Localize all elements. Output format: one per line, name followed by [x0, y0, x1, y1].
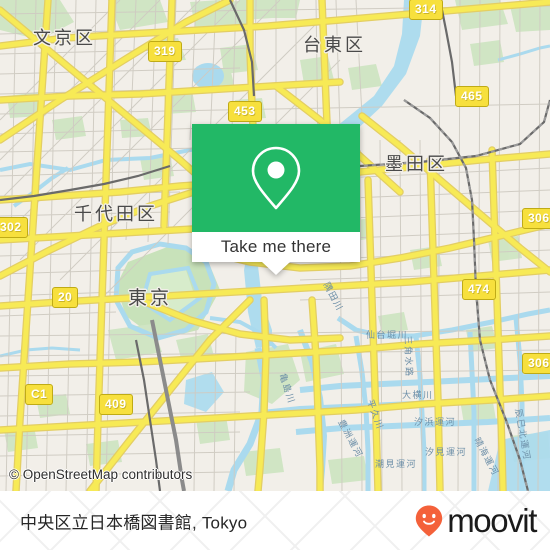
route-shield-314[interactable]: 314 [409, 0, 443, 20]
map-canvas[interactable]: 文京区 台東区 墨田区 千代田区 東京 319 314 453 465 302 … [0, 0, 550, 491]
footer-bar: 中央区立日本橋図書館, Tokyo moovit [0, 491, 550, 550]
route-shield-319[interactable]: 319 [148, 41, 182, 62]
map-label-taito-ku: 台東区 [303, 35, 366, 55]
route-shield-c1[interactable]: C1 [25, 384, 54, 405]
water-label-shiohama-unga: 汐浜運河 [414, 417, 457, 427]
moovit-smiley-pin-icon [416, 505, 443, 536]
route-shield-306-upper[interactable]: 306 [522, 208, 550, 229]
water-label-shiomi-unga: 汐見運河 [425, 447, 468, 457]
route-shield-474[interactable]: 474 [462, 279, 496, 300]
location-pin-icon [251, 146, 301, 210]
map-label-chiyoda-ku: 千代田区 [74, 204, 158, 224]
take-me-there-callout[interactable]: Take me there [192, 124, 360, 275]
take-me-there-label: Take me there [220, 237, 332, 256]
water-label-ohashigawa: 大横川 [402, 390, 434, 400]
callout-pin-panel [192, 124, 360, 232]
osm-attribution[interactable]: © OpenStreetMap contributors [9, 467, 192, 482]
map-label-tokyo: 東京 [128, 288, 173, 309]
moovit-place-card: 文京区 台東区 墨田区 千代田区 東京 319 314 453 465 302 … [0, 0, 550, 550]
route-shield-409[interactable]: 409 [99, 394, 133, 415]
moovit-wordmark: moovit [447, 502, 537, 539]
water-label-shiokaze-unga: 潮見運河 [375, 459, 418, 469]
route-shield-20[interactable]: 20 [52, 287, 79, 308]
callout-pointer-tail [262, 262, 290, 275]
water-label-sankaku: 三角水路 [402, 335, 415, 378]
route-shield-465[interactable]: 465 [455, 86, 489, 107]
route-shield-453[interactable]: 453 [228, 101, 262, 122]
place-title: 中央区立日本橋図書館, Tokyo [20, 513, 248, 532]
route-shield-302[interactable]: 302 [0, 217, 28, 238]
map-label-sumida-ku: 墨田区 [385, 154, 448, 174]
callout-action-bar[interactable]: Take me there [192, 232, 360, 262]
route-shield-306-lower[interactable]: 306 [522, 353, 550, 374]
map-label-bunkyo-ku: 文京区 [33, 28, 96, 48]
moovit-brand[interactable]: moovit [414, 502, 537, 539]
